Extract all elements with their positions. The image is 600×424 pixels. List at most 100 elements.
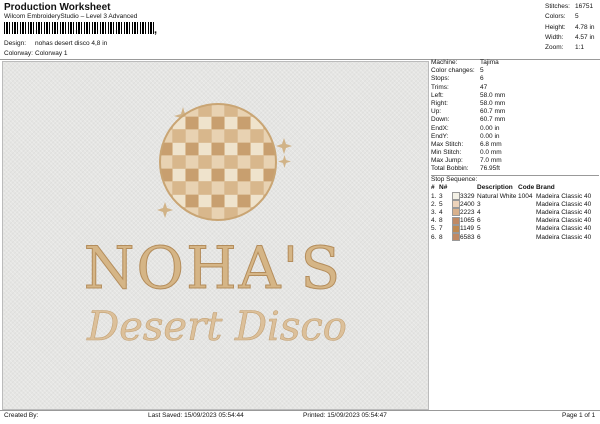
machine-row: Machine: Tajima bbox=[431, 59, 499, 66]
disco-tile bbox=[225, 143, 237, 155]
disco-tile bbox=[251, 208, 263, 220]
disco-tile bbox=[251, 104, 263, 116]
disco-tile bbox=[238, 143, 250, 155]
disco-tile bbox=[199, 156, 211, 168]
sparkle-icon bbox=[276, 138, 292, 154]
disco-tile bbox=[186, 130, 198, 142]
sequence-row: 3. 4 2223 4 Madeira Classic 40 bbox=[431, 208, 592, 217]
disco-tile bbox=[251, 169, 263, 181]
disco-tile bbox=[199, 195, 211, 207]
sequence-row: 2. 5 2400 3 Madeira Classic 40 bbox=[431, 200, 592, 209]
stats-panel: Stitches: 16751 Colors: 5 Height: 4.78 in W… bbox=[545, 2, 595, 53]
disco-tile bbox=[199, 143, 211, 155]
created-by: Created By: bbox=[4, 412, 39, 419]
machine-row: EndX: 0.00 in bbox=[431, 124, 500, 132]
color-swatch bbox=[452, 232, 460, 241]
machine-row: Left: 58.0 mm bbox=[431, 91, 506, 99]
sequence-header: # N# Description Code Brand bbox=[431, 183, 555, 191]
page-number: Page 1 of 1 bbox=[562, 412, 596, 419]
last-saved: Last Saved: 15/09/2023 05:54:44 bbox=[148, 412, 244, 419]
stop-sequence-label: Stop Sequence: bbox=[431, 175, 478, 183]
software-label: Wilcom EmbroideryStudio – Level 3 Advanc… bbox=[4, 13, 138, 20]
machine-row: Up: 60.7 mm bbox=[431, 108, 506, 116]
color-swatch bbox=[452, 216, 460, 225]
stat-row: Width: 4.57 in bbox=[545, 33, 595, 41]
disco-tile bbox=[225, 117, 237, 129]
disco-tile bbox=[238, 195, 250, 207]
disco-tile bbox=[173, 143, 185, 155]
disco-tile bbox=[186, 169, 198, 181]
disco-tile bbox=[160, 156, 172, 168]
color-swatch bbox=[452, 208, 460, 217]
sequence-row: 5. 7 1149 5 Madeira Classic 40 bbox=[431, 224, 592, 233]
disco-tile bbox=[264, 104, 276, 116]
disco-tile bbox=[225, 169, 237, 181]
disco-tile bbox=[264, 208, 276, 220]
logo-name: NOHA'S bbox=[84, 234, 342, 302]
disco-tile bbox=[212, 130, 224, 142]
color-swatch bbox=[452, 200, 460, 209]
sparkle-icon bbox=[278, 155, 291, 168]
machine-row: Trims: 47 bbox=[431, 83, 488, 91]
disco-tile bbox=[238, 156, 250, 168]
sequence-row: 1. 3 3329 Natural White 1004 Madeira Classic … bbox=[431, 192, 592, 200]
disco-tile bbox=[225, 130, 237, 142]
colorway-row: Colorway: Colorway 1 bbox=[4, 50, 68, 57]
printed: Printed: 15/09/2023 05:54:47 bbox=[303, 412, 387, 419]
sequence-row: 4. 8 1065 6 Madeira Classic 40 bbox=[431, 216, 592, 225]
barcode-comma: , bbox=[154, 24, 158, 36]
page-title: Production Worksheet bbox=[4, 2, 111, 13]
disco-tile bbox=[186, 156, 198, 168]
machine-row: Max Stitch: 6.8 mm bbox=[431, 140, 502, 148]
stat-row: Zoom: 1:1 bbox=[545, 44, 585, 52]
disco-tile bbox=[238, 117, 250, 129]
disco-tile bbox=[199, 169, 211, 181]
disco-tile bbox=[186, 117, 198, 129]
disco-tile bbox=[251, 143, 263, 155]
disco-tile bbox=[264, 117, 276, 129]
disco-tile bbox=[173, 130, 185, 142]
machine-row: Down: 60.7 mm bbox=[431, 116, 506, 124]
disco-tile bbox=[225, 182, 237, 194]
disco-tile bbox=[212, 195, 224, 207]
sparkle-icon bbox=[157, 202, 173, 218]
machine-row: Color changes: 5 bbox=[431, 67, 484, 75]
disco-tile bbox=[186, 143, 198, 155]
color-swatch bbox=[452, 224, 460, 233]
disco-tile bbox=[238, 182, 250, 194]
disco-tile bbox=[225, 195, 237, 207]
disco-tile bbox=[251, 182, 263, 194]
machine-row: Right: 58.0 mm bbox=[431, 99, 506, 107]
machine-panel: Machine: Tajima Color changes: 5 Stops: 6 T… bbox=[431, 59, 599, 241]
design-row: Design: nohas desert disco 4,8 in bbox=[4, 40, 107, 47]
disco-tile bbox=[199, 130, 211, 142]
disco-tile bbox=[212, 169, 224, 181]
sequence-row: 6. 8 6583 6 Madeira Classic 40 bbox=[431, 232, 592, 241]
stat-row: Height: 4.78 in bbox=[545, 23, 595, 31]
disco-tile bbox=[160, 104, 172, 116]
machine-row: Max Jump: 7.0 mm bbox=[431, 157, 502, 165]
disco-tile bbox=[160, 117, 172, 129]
machine-row: Total Bobbin: 76.95ft bbox=[431, 165, 500, 173]
machine-row: Stops: 6 bbox=[431, 75, 484, 83]
stat-row: Colors: 5 bbox=[545, 13, 579, 21]
disco-tile bbox=[173, 208, 185, 220]
disco-tile bbox=[212, 143, 224, 155]
barcode bbox=[4, 22, 154, 34]
disco-ball-icon bbox=[160, 104, 276, 220]
design-value: nohas desert disco 4,8 in bbox=[35, 40, 108, 47]
disco-tile bbox=[264, 195, 276, 207]
stat-row: Stitches: 16751 bbox=[545, 3, 594, 10]
machine-row: EndY: 0.00 in bbox=[431, 132, 500, 140]
design-label: Design: bbox=[4, 40, 27, 47]
disco-tile bbox=[238, 169, 250, 181]
machine-row: Min Stitch: 0.0 mm bbox=[431, 149, 502, 157]
disco-tile bbox=[212, 104, 224, 116]
disco-tile bbox=[173, 156, 185, 168]
disco-tile bbox=[238, 130, 250, 142]
disco-tile bbox=[225, 156, 237, 168]
colorway-label: Colorway: bbox=[4, 50, 33, 57]
disco-tile bbox=[199, 182, 211, 194]
disco-tile bbox=[212, 182, 224, 194]
disco-tile bbox=[186, 182, 198, 194]
